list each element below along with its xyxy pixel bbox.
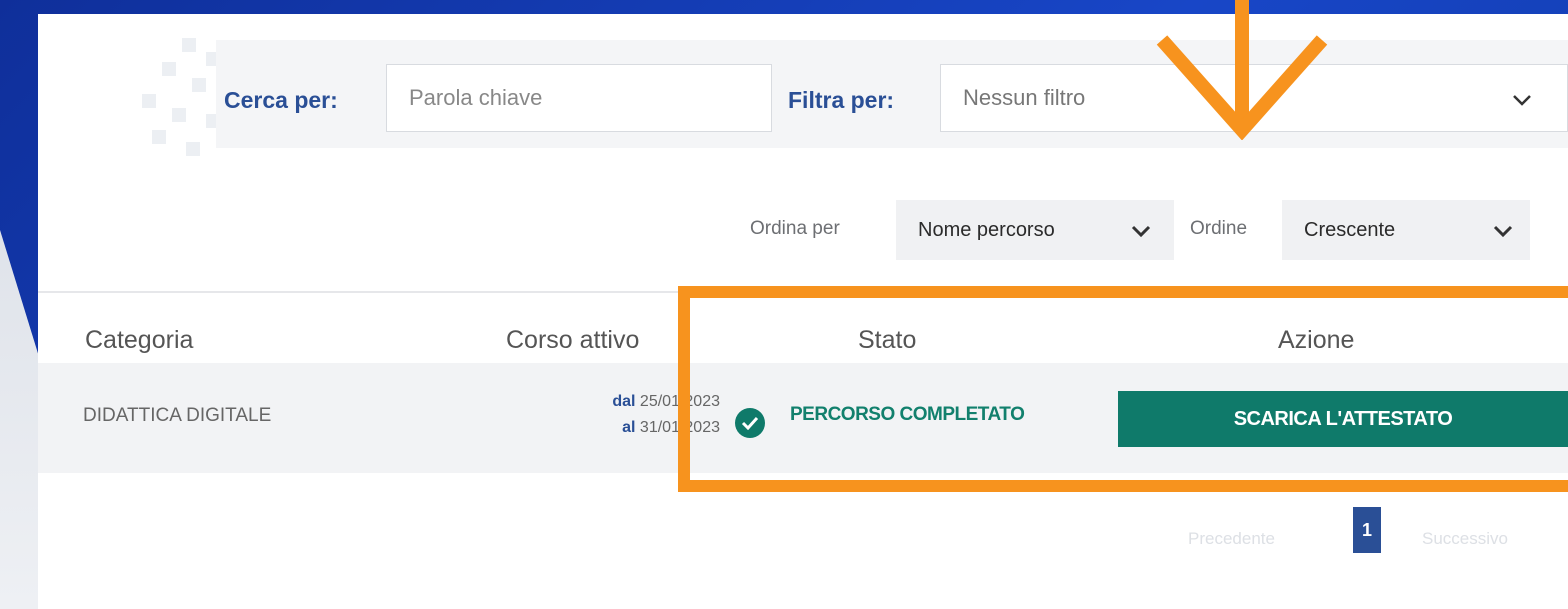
pagination-prev[interactable]: Precedente	[1188, 529, 1275, 549]
chevron-down-icon	[1513, 95, 1531, 106]
chevron-down-icon	[1131, 225, 1151, 238]
filter-label: Filtra per:	[788, 87, 895, 113]
date-from-label: dal	[612, 393, 636, 410]
course-list-panel: Cerca per: Parola chiave Filtra per: Nes…	[38, 14, 1568, 609]
header-corso-attivo: Corso attivo	[506, 326, 640, 354]
annotation-highlight-box	[678, 286, 1568, 492]
search-label: Cerca per:	[224, 87, 338, 113]
date-to-label: al	[622, 419, 636, 436]
arrow-down-icon	[1156, 0, 1328, 140]
order-select[interactable]: Crescente	[1282, 200, 1530, 260]
search-filter-bar: Cerca per: Parola chiave Filtra per: Nes…	[216, 40, 1568, 148]
pagination-current-page[interactable]: 1	[1353, 507, 1381, 553]
category-cell: DIDATTICA DIGITALE	[83, 405, 272, 426]
sort-by-value: Nome percorso	[918, 218, 1055, 241]
order-value: Crescente	[1304, 218, 1396, 241]
pagination-next[interactable]: Successivo	[1422, 529, 1508, 549]
search-input[interactable]: Parola chiave	[386, 64, 772, 132]
header-categoria: Categoria	[85, 326, 194, 354]
sort-by-select[interactable]: Nome percorso	[896, 200, 1174, 260]
order-label: Ordine	[1190, 218, 1248, 239]
chevron-down-icon	[1493, 225, 1513, 238]
filter-select-value: Nessun filtro	[963, 85, 1086, 110]
sort-by-label: Ordina per	[750, 218, 840, 239]
sort-row: Ordina per Nome percorso Ordine Crescent…	[38, 200, 1568, 260]
